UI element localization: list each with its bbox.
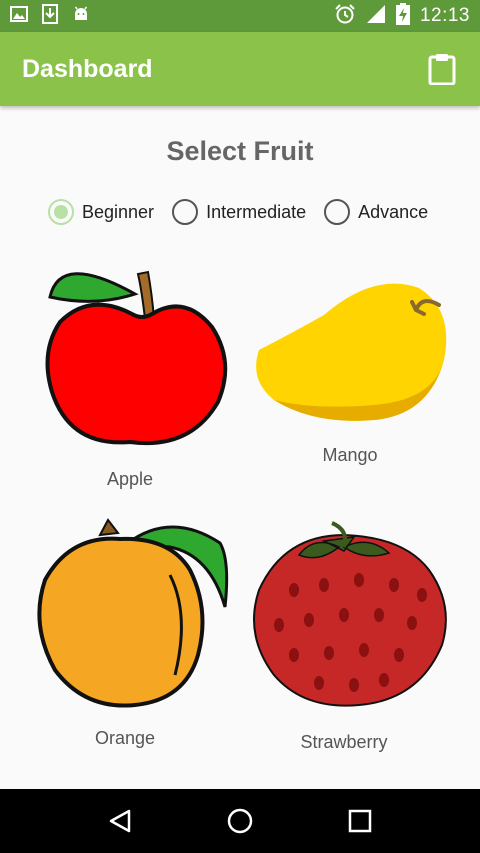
fruit-label: Orange (94, 728, 156, 748)
android-icon (72, 5, 90, 28)
status-bar: 12:13 (0, 0, 480, 32)
fruit-label: Mango (322, 445, 378, 465)
radio-label: Beginner (82, 201, 155, 222)
battery-charging-icon (395, 2, 410, 30)
mango-icon (256, 283, 447, 421)
radio-beginner[interactable]: Beginner (48, 199, 154, 225)
radio-intermediate[interactable]: Intermediate (172, 199, 306, 225)
fruit-card-strawberry[interactable]: Strawberry (244, 515, 454, 755)
radio-unchecked-icon (324, 199, 351, 225)
radio-unchecked-icon (172, 199, 199, 225)
alarm-icon (334, 3, 356, 30)
recents-button[interactable] (340, 801, 380, 841)
radio-label: Intermediate (206, 201, 307, 222)
image-icon (10, 5, 28, 28)
back-button[interactable] (100, 801, 140, 841)
fruit-label: Strawberry (300, 732, 388, 752)
home-icon (227, 808, 253, 834)
app-title: Dashboard (22, 54, 153, 83)
fruit-label: Apple (106, 469, 154, 489)
clipboard-button[interactable] (426, 51, 458, 87)
navigation-bar (0, 789, 480, 853)
recents-icon (348, 809, 372, 833)
level-radio-group: Beginner Intermediate Advance (48, 199, 446, 225)
home-button[interactable] (220, 801, 260, 841)
fruit-card-apple[interactable]: Apple (30, 252, 230, 492)
download-icon (42, 3, 58, 29)
radio-advance[interactable]: Advance (324, 199, 428, 225)
signal-icon (366, 4, 386, 29)
clipboard-icon (428, 54, 456, 85)
fruit-card-orange[interactable]: Orange (30, 515, 230, 755)
back-icon (109, 809, 131, 833)
strawberry-icon (253, 521, 447, 707)
clock: 12:13 (419, 5, 470, 26)
orange-icon (37, 518, 229, 708)
page-heading: Select Fruit (166, 136, 314, 166)
apple-icon (45, 270, 228, 446)
radio-checked-icon (48, 199, 74, 225)
radio-label: Advance (358, 201, 429, 222)
fruit-card-mango[interactable]: Mango (244, 270, 454, 470)
app-bar: Dashboard (0, 32, 480, 106)
